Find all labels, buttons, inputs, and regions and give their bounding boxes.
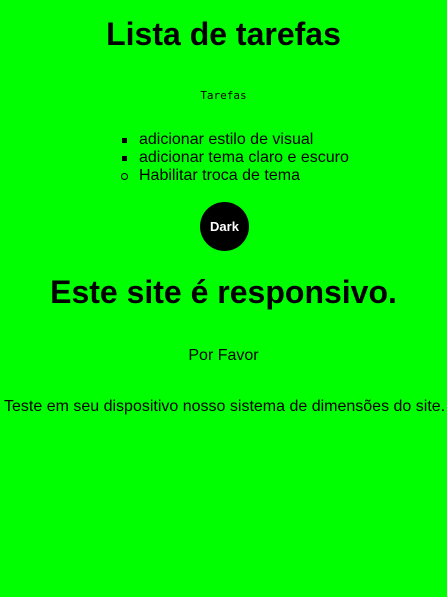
- task-text: Habilitar troca de tema: [139, 167, 300, 184]
- square-bullet-icon: [122, 156, 127, 161]
- tasks-label: Tarefas: [200, 89, 247, 102]
- square-bullet-icon: [122, 138, 127, 143]
- page-title: Lista de tarefas: [106, 16, 341, 52]
- please-text: Por Favor: [188, 347, 259, 364]
- task-text: adicionar tema claro e escuro: [139, 149, 349, 166]
- theme-toggle-button[interactable]: Dark: [200, 202, 249, 251]
- list-item: adicionar tema claro e escuro: [122, 149, 349, 167]
- responsive-heading: Este site é responsivo.: [50, 274, 397, 310]
- circle-bullet-icon: [121, 173, 128, 180]
- task-text: adicionar estilo de visual: [139, 131, 314, 148]
- list-item: adicionar estilo de visual: [122, 131, 349, 149]
- list-item: Habilitar troca de tema: [121, 167, 349, 185]
- test-message: Teste em seu dispositivo nosso sistema d…: [4, 398, 446, 415]
- task-list: adicionar estilo de visual adicionar tem…: [121, 131, 349, 185]
